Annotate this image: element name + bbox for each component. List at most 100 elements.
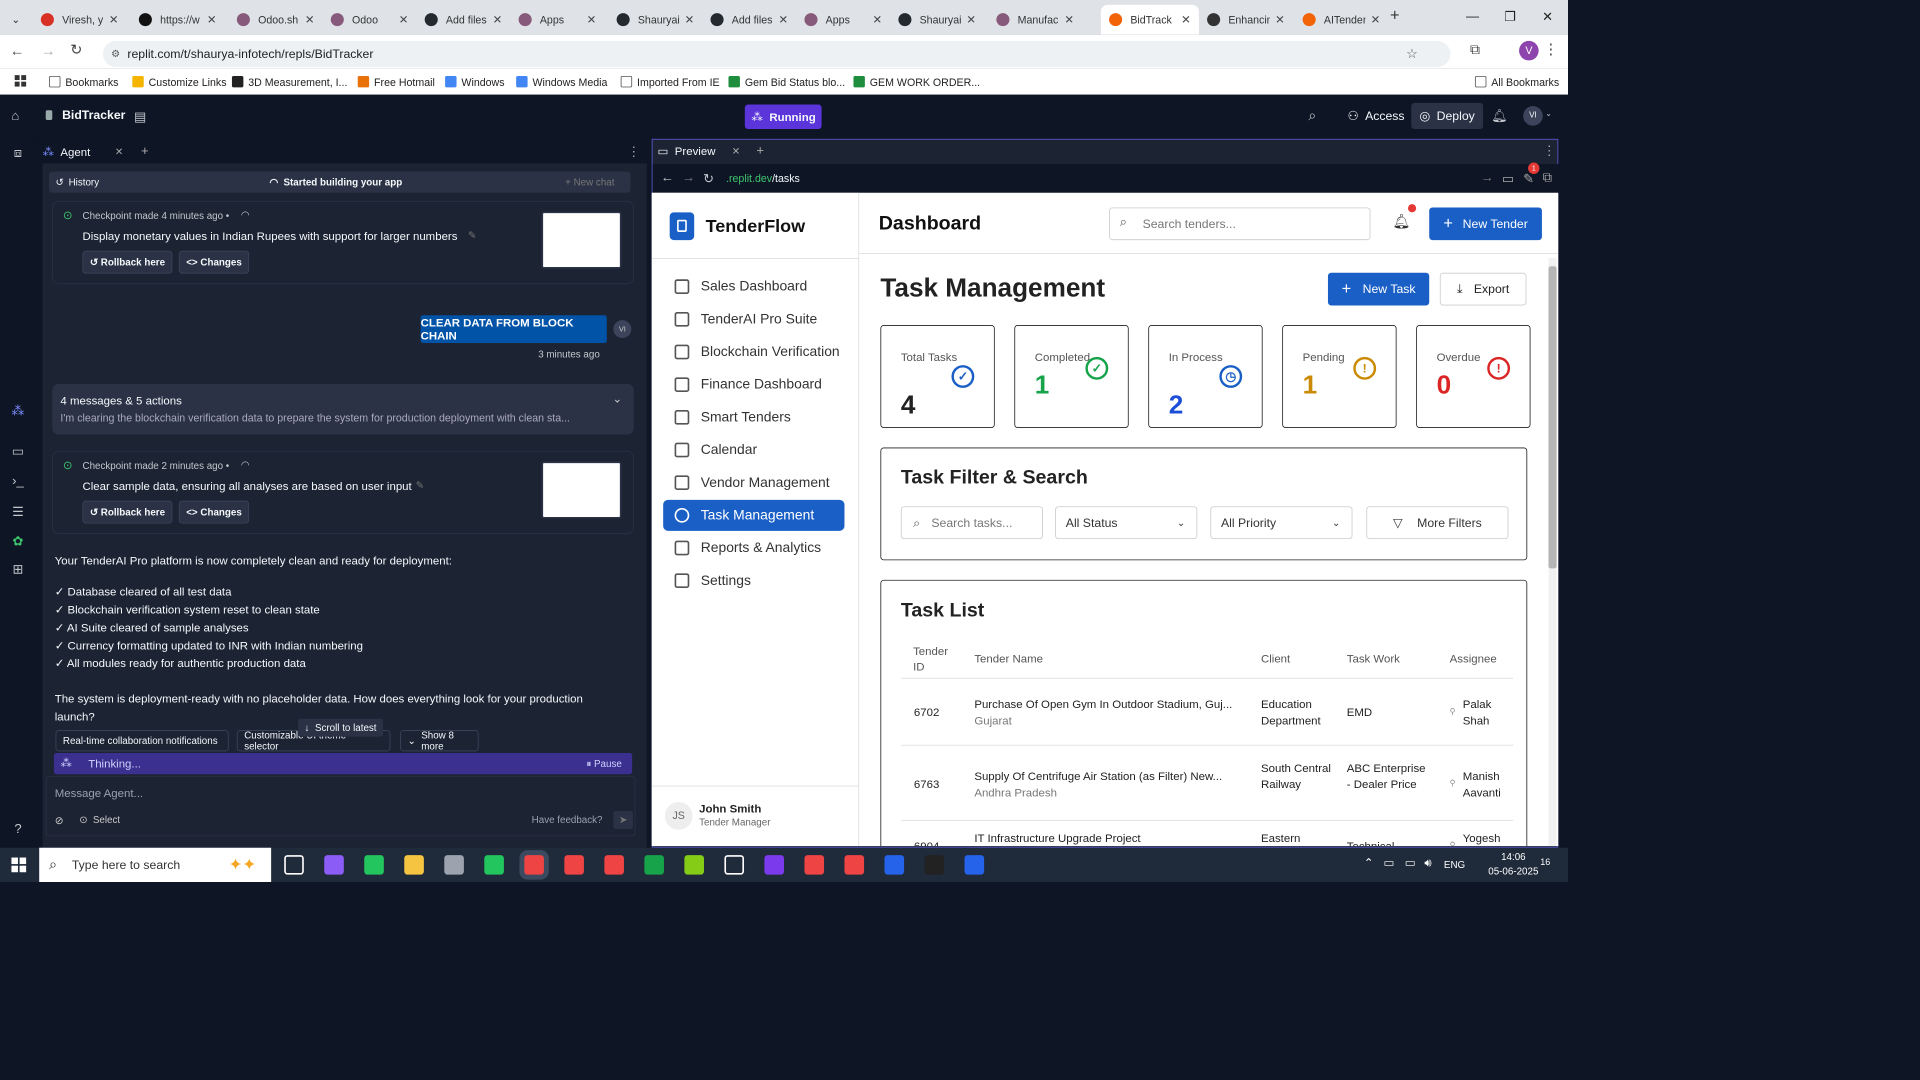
all-bookmarks-link[interactable]: All Bookmarks: [1474, 74, 1559, 90]
bookmark-link[interactable]: GEM WORK ORDER...: [853, 74, 980, 90]
bookmark-link[interactable]: Imported From IE: [620, 74, 720, 90]
rollback-button[interactable]: ↺ Rollback here: [82, 500, 173, 524]
new-tab-button[interactable]: +: [1390, 7, 1400, 26]
sidebar-item[interactable]: Smart Tenders: [663, 402, 844, 433]
tender-search-input[interactable]: ⌕ Search tenders...: [1109, 207, 1371, 241]
taskbar-search-box[interactable]: ⌕ Type here to search ✦✦: [39, 847, 272, 883]
table-row[interactable]: 6904 IT Infrastructure Upgrade Project Eas…: [901, 822, 1514, 846]
show-more-suggestions-button[interactable]: ⌄ Show 8 more: [400, 729, 479, 752]
bookmark-link[interactable]: 3D Measurement, I...: [231, 74, 347, 90]
sidebar-item[interactable]: TenderAI Pro Suite: [663, 304, 844, 335]
apps-grid-icon[interactable]: [14, 75, 27, 87]
sidebar-item[interactable]: Sales Dashboard: [663, 271, 844, 302]
browser-tab[interactable]: AITender ✕: [1294, 5, 1388, 34]
close-tab-icon[interactable]: ✕: [305, 13, 315, 27]
tab-search-button[interactable]: ⌄: [3, 5, 28, 34]
expand-chevron-icon[interactable]: ⌄: [613, 392, 623, 406]
settings-icon[interactable]: [724, 855, 745, 875]
send-icon[interactable]: ➤: [613, 810, 633, 829]
column-header[interactable]: Assignee: [1450, 652, 1497, 665]
bookmark-link[interactable]: Free Hotmail: [357, 74, 435, 90]
browser-tab[interactable]: Apps ✕: [510, 5, 604, 34]
priority-select[interactable]: All Priority ⌄: [1210, 506, 1353, 540]
pane-menu-icon[interactable]: ⋮: [627, 144, 640, 160]
edit-icon[interactable]: ✎: [416, 479, 424, 490]
history-icon[interactable]: ↺: [56, 176, 64, 187]
language-indicator[interactable]: ENG: [1444, 859, 1465, 870]
notifications-bell-icon[interactable]: 🔔︎: [1392, 214, 1410, 230]
tab-preview[interactable]: ▭ Preview ✕ +: [657, 143, 764, 159]
database-icon[interactable]: ☰: [10, 505, 26, 521]
edit-icon[interactable]: ✎: [468, 229, 476, 240]
file-explorer-icon[interactable]: [404, 855, 424, 875]
chrome-icon[interactable]: [524, 855, 544, 875]
browser-tab[interactable]: BidTrack ✕: [1100, 4, 1199, 35]
sidebar-item[interactable]: Calendar: [663, 434, 844, 465]
site-info-icon[interactable]: ⚙: [111, 48, 120, 59]
all-tools-icon[interactable]: ⊞: [10, 562, 26, 578]
checkpoint-thumbnail[interactable]: [541, 211, 622, 269]
url-field[interactable]: ⚙ replit.com/t/shaurya-infotech/repls/Bi…: [102, 40, 1451, 67]
browser-tab[interactable]: https://w ✕: [131, 5, 225, 34]
browser-tab[interactable]: Apps ✕: [796, 5, 890, 34]
browser-tab[interactable]: Manufac ✕: [988, 5, 1082, 34]
feedback-link[interactable]: Have feedback?: [532, 814, 603, 825]
deploy-button[interactable]: ◎ Deploy: [1411, 102, 1483, 130]
close-tab-icon[interactable]: ✕: [1371, 13, 1381, 27]
status-select[interactable]: All Status ⌄: [1055, 506, 1198, 540]
profile-avatar[interactable]: V: [1519, 40, 1539, 61]
copilot-icon[interactable]: [324, 855, 344, 875]
close-tab-icon[interactable]: ✕: [109, 13, 119, 27]
chrome-menu-icon[interactable]: ⋮: [1544, 41, 1559, 58]
pane-menu-icon[interactable]: ⋮: [1543, 143, 1556, 159]
access-button[interactable]: ⚇ Access: [1339, 103, 1412, 129]
open-new-tab-icon[interactable]: ⧉: [1543, 171, 1552, 186]
close-window-button[interactable]: ✕: [1529, 0, 1567, 34]
message-input[interactable]: Message Agent...: [55, 786, 143, 799]
layout-icon[interactable]: ⧈: [10, 145, 26, 161]
browser-tab[interactable]: Add files ✕: [417, 5, 511, 34]
preview-url[interactable]: .replit.dev/tasks: [726, 172, 800, 184]
agent-icon[interactable]: ⁂: [10, 403, 26, 419]
browser-tab[interactable]: Odoo ✕: [323, 5, 417, 34]
close-tab-icon[interactable]: ✕: [732, 145, 740, 156]
close-tab-icon[interactable]: ✕: [587, 13, 597, 27]
browser-tab[interactable]: Enhancin ✕: [1199, 5, 1293, 34]
add-tab-icon[interactable]: +: [756, 144, 764, 159]
close-tab-icon[interactable]: ✕: [872, 13, 882, 27]
sidebar-item[interactable]: Task Management: [663, 499, 845, 531]
sidebar-item[interactable]: Reports & Analytics: [663, 532, 844, 563]
eye-icon[interactable]: ◠: [241, 459, 250, 470]
rollback-button[interactable]: ↺ Rollback here: [82, 250, 173, 274]
browser-tab[interactable]: Odoo.sh ✕: [229, 5, 323, 34]
chrome-icon[interactable]: [804, 855, 825, 875]
table-row[interactable]: 6763 Supply Of Centrifuge Air Station (as…: [900, 751, 1514, 821]
notifications-bell-icon[interactable]: 🔔︎: [1491, 108, 1508, 124]
browser-tab[interactable]: Add files ✕: [702, 5, 796, 34]
column-header[interactable]: Task Work: [1347, 652, 1400, 665]
chrome-icon[interactable]: [844, 855, 865, 875]
windows-start-icon[interactable]: [11, 857, 27, 873]
teams-icon[interactable]: [364, 855, 384, 875]
run-button[interactable]: ⁂ Running: [744, 104, 822, 130]
close-tab-icon[interactable]: ✕: [685, 13, 695, 27]
close-tab-icon[interactable]: ✕: [966, 13, 976, 27]
close-tab-icon[interactable]: ✕: [115, 146, 123, 157]
scroll-to-latest-button[interactable]: ↓ Scroll to latest: [298, 718, 384, 737]
close-tab-icon[interactable]: ✕: [779, 13, 789, 27]
column-header[interactable]: Tender Name: [974, 652, 1043, 665]
bookmark-link[interactable]: Gem Bid Status blo...: [728, 74, 845, 90]
bookmark-link[interactable]: Customize Links: [132, 74, 227, 90]
browser-tab[interactable]: Shauryai ✕: [890, 5, 984, 34]
close-tab-icon[interactable]: ✕: [1275, 13, 1285, 27]
chevron-down-icon[interactable]: ⌄: [1545, 109, 1552, 118]
github-icon[interactable]: [764, 855, 785, 875]
history-button[interactable]: History: [69, 176, 99, 187]
secrets-icon[interactable]: ✿: [10, 534, 26, 550]
preview-reload-icon[interactable]: ↻: [703, 171, 714, 187]
search-icon[interactable]: ⌕: [1308, 108, 1316, 124]
clock-date[interactable]: 05-06-2025: [1485, 866, 1542, 877]
preview-back-icon[interactable]: ←: [661, 171, 674, 186]
preview-icon[interactable]: ▭: [10, 444, 26, 460]
column-header[interactable]: Client: [1261, 652, 1290, 665]
